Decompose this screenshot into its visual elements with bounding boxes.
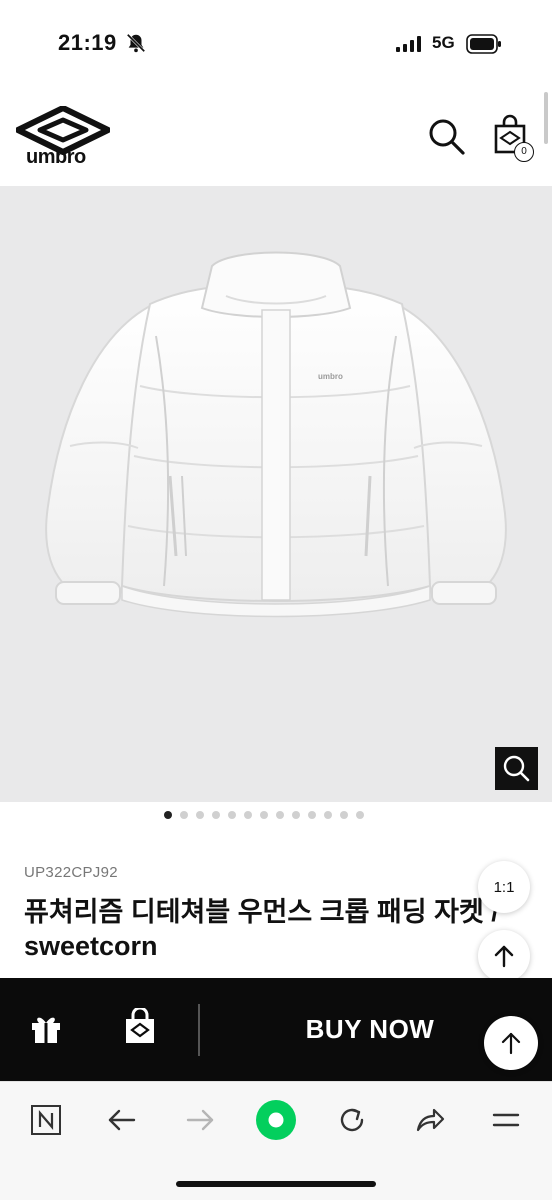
carousel-dot[interactable]: [260, 811, 268, 819]
carousel-dot[interactable]: [324, 811, 332, 819]
network-label: 5G: [432, 33, 455, 52]
carousel-dot[interactable]: [276, 811, 284, 819]
share-arrow-icon: [416, 1108, 445, 1132]
product-title: 퓨쳐리즘 디테쳐블 우먼스 크롭 패딩 자켓 / sweetcorn: [24, 897, 499, 961]
shopping-bag-icon[interactable]: [122, 1008, 158, 1046]
green-record-button[interactable]: [254, 1098, 298, 1142]
home-indicator[interactable]: [176, 1181, 376, 1187]
product-image[interactable]: umbro: [0, 186, 552, 802]
arrow-left-icon: [108, 1109, 136, 1131]
carousel-dot[interactable]: [196, 811, 204, 819]
scroll-indicator[interactable]: [544, 92, 548, 144]
brand-wordmark: umbro: [26, 146, 86, 168]
carousel-dot[interactable]: [212, 811, 220, 819]
share-button[interactable]: [410, 1100, 450, 1140]
carousel-dot[interactable]: [292, 811, 300, 819]
battery-icon: [466, 34, 501, 54]
signal-icon: [396, 36, 421, 52]
carousel-dot[interactable]: [308, 811, 316, 819]
forward-button[interactable]: [180, 1100, 220, 1140]
zoom-button[interactable]: [495, 747, 538, 790]
hamburger-menu-icon: [492, 1113, 520, 1127]
carousel-dot[interactable]: [164, 811, 172, 819]
site-header: umbro 0: [0, 90, 540, 186]
menu-button[interactable]: [486, 1100, 526, 1140]
carousel-dot[interactable]: [356, 811, 364, 819]
arrow-right-icon: [186, 1109, 214, 1131]
carousel-dot[interactable]: [228, 811, 236, 819]
scroll-top-button[interactable]: [478, 930, 530, 982]
refresh-icon: [340, 1108, 364, 1132]
gift-icon[interactable]: [28, 1010, 64, 1046]
naver-home-button[interactable]: [26, 1100, 66, 1140]
jacket-logo-text: umbro: [318, 372, 343, 381]
refresh-button[interactable]: [332, 1100, 372, 1140]
bell-off-icon: [126, 33, 146, 53]
magnifier-icon: [503, 755, 530, 782]
ratio-toggle-button[interactable]: 1:1: [478, 861, 530, 913]
status-bar: 21:19 5G: [0, 0, 552, 90]
cart-count-badge: 0: [514, 142, 534, 162]
product-sku: UP322CPJ92: [24, 864, 118, 881]
purchase-bar: BUY NOW: [0, 978, 552, 1081]
arrow-up-icon: [494, 945, 514, 968]
carousel-dot[interactable]: [180, 811, 188, 819]
arrow-up-icon: [501, 1032, 521, 1055]
carousel-dots: [164, 811, 364, 821]
status-time: 21:19: [58, 30, 117, 55]
scroll-top-button-secondary[interactable]: [484, 1016, 538, 1070]
search-icon[interactable]: [426, 116, 466, 156]
green-dot-icon: [256, 1100, 296, 1140]
naver-n-icon: [31, 1105, 61, 1135]
carousel-dot[interactable]: [340, 811, 348, 819]
carousel-dot[interactable]: [244, 811, 252, 819]
jacket-illustration: [45, 251, 507, 618]
back-button[interactable]: [102, 1100, 142, 1140]
